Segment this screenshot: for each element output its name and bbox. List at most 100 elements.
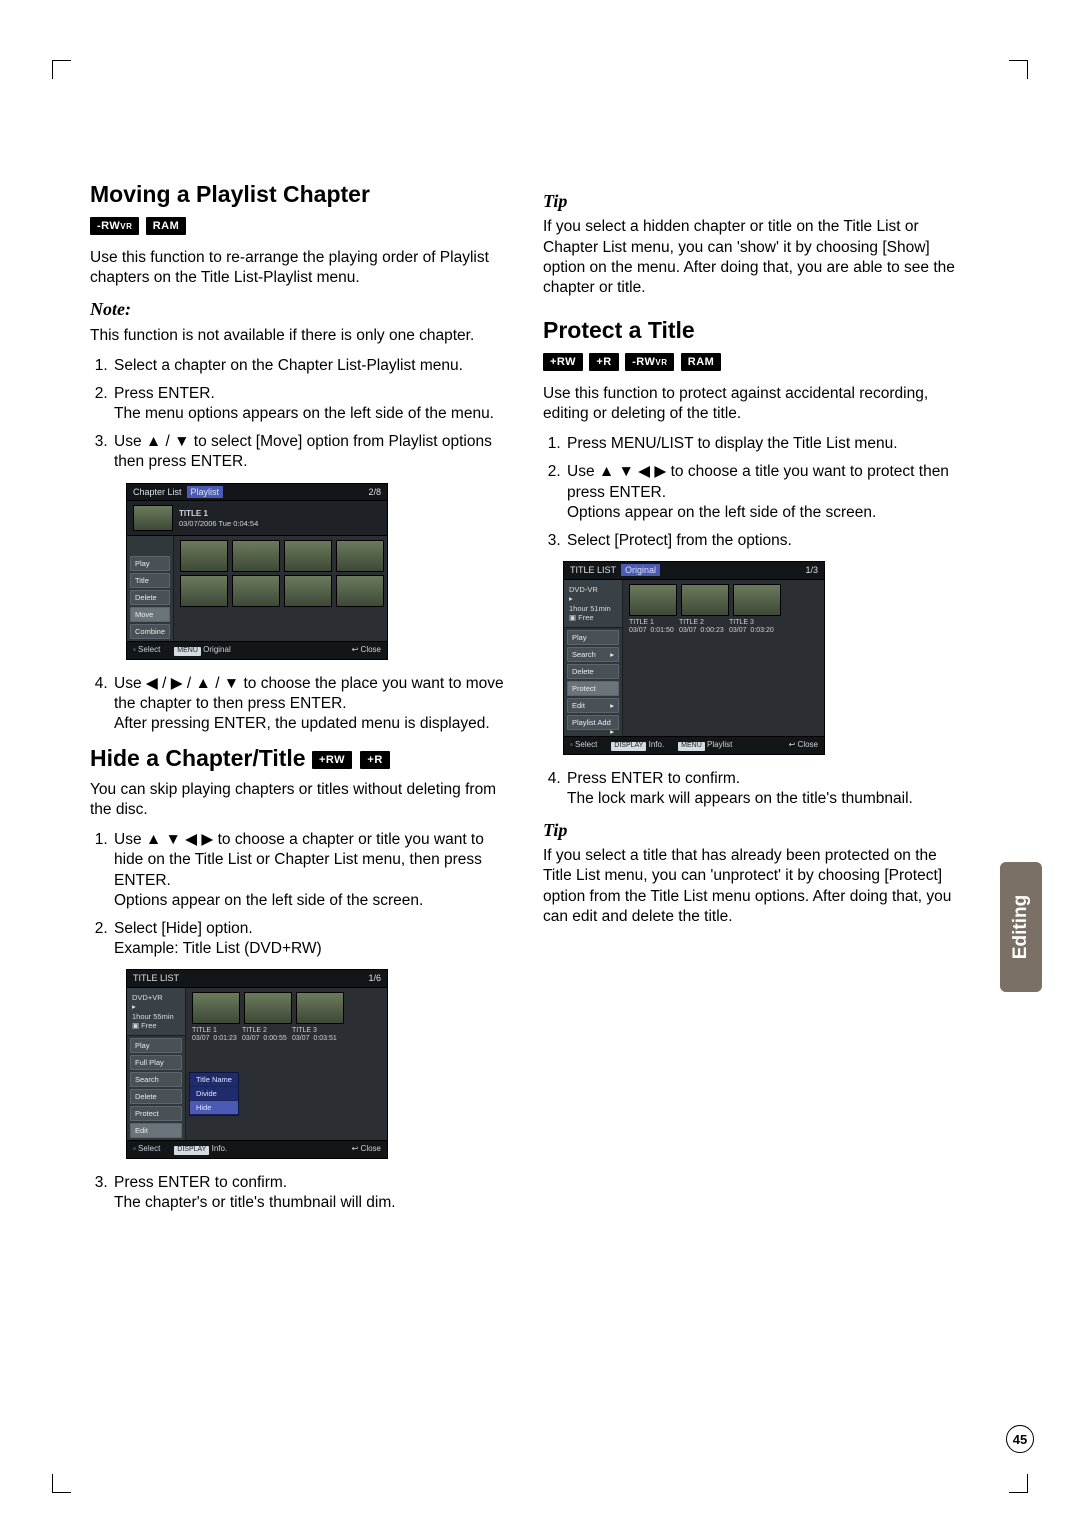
step: Use ▲ ▼ ◀ ▶ to choose a title you want t… [565,462,968,522]
steps-hide: Use ▲ ▼ ◀ ▶ to choose a chapter or title… [90,830,515,959]
chapter-thumb[interactable] [284,540,332,572]
chapter-thumb[interactable] [336,540,384,572]
chapter-thumb[interactable] [180,575,228,607]
shot-title-right: 1/3 [805,565,818,576]
menu-search[interactable]: Search ▸ [567,647,619,662]
menu-protect[interactable]: Protect [130,1106,182,1121]
header-thumb [133,505,173,531]
header-title: TITLE 1 [179,509,258,519]
steps-move-chapter-cont: Use ◀ / ▶ / ▲ / ▼ to choose the place yo… [90,674,515,734]
chapter-thumb[interactable] [180,540,228,572]
title-thumb[interactable] [629,584,677,616]
step-text: Options appear on the left side of the s… [567,504,876,521]
title-cell: TITLE 103/07 0:01:23 [192,1027,238,1044]
chapter-thumb[interactable] [232,575,280,607]
menu-edit[interactable]: Edit [130,1123,182,1138]
menu-play[interactable]: Play [130,1038,182,1053]
title-thumb[interactable] [681,584,729,616]
disc-badges: +RW +R -RWVR RAM [543,352,968,372]
chapter-thumb[interactable] [232,540,280,572]
crop-mark [52,60,71,79]
title-cell: TITLE 303/07 0:03:20 [729,619,775,636]
heading-protect-title: Protect a Title [543,316,968,346]
menu-delete[interactable]: Delete [567,664,619,679]
step-text: Options appear on the left side of the s… [114,892,423,909]
step-text: Use ◀ / ▶ / ▲ / ▼ to choose the place yo… [114,675,504,712]
crop-mark [1009,1474,1028,1493]
step: Select a chapter on the Chapter List-Pla… [112,356,515,376]
step: Select [Hide] option. Example: Title Lis… [112,919,515,959]
menu-edit[interactable]: Edit ▸ [567,698,619,713]
menu-play[interactable]: Play [567,630,619,645]
menu-delete[interactable]: Delete [130,1089,182,1104]
step-text: Select [Hide] option. [114,920,253,937]
chapter-thumb[interactable] [336,575,384,607]
shot-title-right: 2/8 [368,487,381,498]
heading-moving-playlist: Moving a Playlist Chapter [90,180,515,210]
menu-search[interactable]: Search [130,1072,182,1087]
heading-text: Hide a Chapter/Title [90,745,306,771]
shot-title-left: TITLE LIST [570,565,616,575]
step-text: After pressing ENTER, the updated menu i… [114,715,490,732]
title-thumb[interactable] [296,992,344,1024]
shot-title-mid: Original [621,564,660,576]
menu-playlist-add[interactable]: Playlist Add ▸ [567,715,619,730]
submenu-hide[interactable]: Hide [190,1101,238,1115]
note-label: Note: [90,298,515,321]
page: Editing 45 Moving a Playlist Chapter -RW… [0,0,1080,1528]
title-cell: TITLE 203/07 0:00:55 [242,1027,288,1044]
intro-text: Use this function to protect against acc… [543,384,968,424]
submenu-title-name[interactable]: Title Name [190,1073,238,1087]
step: Use ▲ ▼ ◀ ▶ to choose a chapter or title… [112,830,515,911]
menu-combine[interactable]: Combine [130,624,170,639]
badge-plus-r: +R [589,353,618,371]
step: Press MENU/LIST to display the Title Lis… [565,434,968,454]
step-text: The lock mark will appears on the title'… [567,790,913,807]
footer-select: ◦ Select [133,1144,160,1154]
title-thumb[interactable] [192,992,240,1024]
footer-close: ↩ Close [352,1144,381,1154]
title-thumb[interactable] [244,992,292,1024]
step: Press ENTER to confirm. The lock mark wi… [565,769,968,809]
shot-title-right: 1/6 [368,973,381,984]
step: Press ENTER to confirm. The chapter's or… [112,1173,515,1213]
badge-rwvr: -RWVR [625,353,674,371]
info-free-label: ▣ Free [569,613,617,622]
page-number: 45 [1006,1425,1034,1453]
title-thumb[interactable] [733,584,781,616]
header-date: 03/07/2006 Tue 0:04:54 [179,519,258,528]
chapter-thumb[interactable] [284,575,332,607]
info-format: DVD-VR [569,585,617,594]
menu-title[interactable]: Title [130,573,170,588]
menu-delete[interactable]: Delete [130,590,170,605]
title-cell: TITLE 303/07 0:03:51 [292,1027,338,1044]
tip-text: If you select a title that has already b… [543,846,968,927]
right-column: Tip If you select a hidden chapter or ti… [543,180,968,1223]
step-text: The menu options appears on the left sid… [114,405,494,422]
step-text: Example: Title List (DVD+RW) [114,940,322,957]
footer-select: ◦ Select [570,740,597,750]
edit-submenu: Title Name Divide Hide [189,1072,239,1116]
footer-close: ↩ Close [789,740,818,750]
left-column: Moving a Playlist Chapter -RWVR RAM Use … [90,180,515,1223]
screenshot-title-list-hide: TITLE LIST 1/6 DVD+VR ▸ 1hour 55min ▣ Fr… [126,969,388,1159]
disc-info: DVD+VR ▸ 1hour 55min ▣ Free [127,988,185,1037]
intro-text: Use this function to re-arrange the play… [90,248,515,288]
step: Select [Protect] from the options. [565,531,968,551]
menu-full-play[interactable]: Full Play [130,1055,182,1070]
shot-sidebar: DVD+VR ▸ 1hour 55min ▣ Free Play Full Pl… [127,988,186,1141]
submenu-divide[interactable]: Divide [190,1087,238,1101]
menu-protect[interactable]: Protect [567,681,619,696]
badge-rwvr: -RWVR [90,217,139,235]
header-info: TITLE 1 03/07/2006 Tue 0:04:54 [179,509,258,528]
menu-play[interactable]: Play [130,556,170,571]
tip-label: Tip [543,819,968,842]
footer-info: Info. [212,1144,228,1153]
steps-protect-cont: Press ENTER to confirm. The lock mark wi… [543,769,968,809]
menu-move[interactable]: Move [130,607,170,622]
info-free: 1hour 51min [569,604,617,613]
screenshot-title-list-protect: TITLE LIST Original 1/3 DVD-VR ▸ 1hour 5… [563,561,825,755]
disc-info: DVD-VR ▸ 1hour 51min ▣ Free [564,580,622,629]
title-cell: TITLE 203/07 0:00:23 [679,619,725,636]
shot-title-left: TITLE LIST [133,973,179,984]
